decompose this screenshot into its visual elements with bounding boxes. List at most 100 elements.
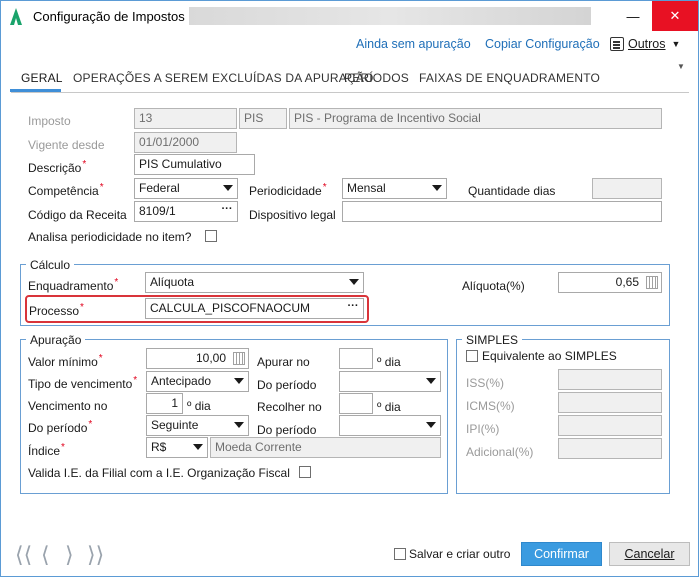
copiar-configuracao-link[interactable]: Copiar Configuração — [485, 37, 600, 51]
periodicidade-select[interactable]: Mensal — [342, 178, 447, 199]
previous-record-icon[interactable]: ⟨ — [41, 542, 50, 568]
list-icon — [610, 37, 624, 51]
imposto-label: Imposto — [28, 114, 71, 128]
indice-desc-field: Moeda Corrente — [210, 437, 441, 458]
title-bar: Configuração de Impostos — ✕ — [1, 1, 698, 32]
vencimento-no-label: Vencimento no — [28, 399, 108, 413]
chevron-down-icon — [349, 279, 359, 285]
ellipsis-icon[interactable]: ··· — [345, 300, 361, 317]
do-periodo-2-select[interactable] — [339, 371, 441, 392]
outros-label: Outros — [628, 37, 666, 51]
recolher-no-label: Recolher no — [257, 400, 322, 414]
chevron-down-icon — [432, 185, 442, 191]
minimize-button[interactable]: — — [615, 1, 651, 31]
tab-operacoes-excluidas[interactable]: OPERAÇÕES A SEREM EXCLUÍDAS DA APURAÇÃO — [73, 71, 374, 85]
minimize-icon: — — [626, 8, 640, 24]
cancelar-button[interactable]: Cancelar — [609, 542, 690, 566]
analisa-periodicidade-checkbox[interactable] — [205, 230, 217, 242]
processo-input[interactable]: CALCULA_PISCOFNAOCUM ··· — [145, 298, 364, 319]
competencia-select[interactable]: Federal — [134, 178, 238, 199]
apuracao-title: Apuração — [26, 333, 86, 347]
enquadramento-select[interactable]: Alíquota — [145, 272, 364, 293]
ellipsis-icon[interactable]: ··· — [219, 203, 235, 220]
ipi-field — [558, 415, 662, 436]
scroll-down-icon[interactable]: ▼ — [677, 62, 685, 71]
app-logo-icon — [10, 8, 22, 25]
next-record-icon[interactable]: ⟩ — [65, 542, 74, 568]
chevron-down-icon — [234, 378, 244, 384]
codigo-receita-label: Código da Receita — [28, 208, 127, 222]
aliquota-input[interactable]: 0,65 — [558, 272, 662, 293]
do-periodo-3-select[interactable] — [339, 415, 441, 436]
confirmar-button[interactable]: Confirmar — [521, 542, 602, 566]
periodicidade-label: Periodicidade* — [249, 182, 327, 198]
simples-title: SIMPLES — [462, 333, 523, 347]
valida-ie-label: Valida I.E. da Filial com a I.E. Organiz… — [28, 466, 290, 480]
do-periodo-1-select[interactable]: Seguinte — [146, 415, 249, 436]
codigo-receita-input[interactable]: 8109/1 ··· — [134, 201, 238, 222]
recolher-no-suffix: º dia — [377, 400, 401, 414]
analisa-periodicidade-label: Analisa periodicidade no item? — [28, 230, 192, 244]
tab-geral[interactable]: GERAL — [21, 71, 63, 85]
calculator-icon[interactable] — [233, 352, 245, 365]
indice-select[interactable]: R$ — [146, 437, 208, 458]
salvar-criar-outro-label: Salvar e criar outro — [409, 547, 511, 561]
indice-label: Índice* — [28, 442, 65, 458]
tipo-vencimento-select[interactable]: Antecipado — [146, 371, 249, 392]
iss-field — [558, 369, 662, 390]
do-periodo-1-label: Do período* — [28, 419, 93, 435]
last-record-icon[interactable]: ⟩⟩ — [87, 542, 104, 568]
calculo-title: Cálculo — [26, 258, 75, 272]
descricao-input[interactable]: PIS Cumulativo — [134, 154, 255, 175]
do-periodo-3-label: Do período — [257, 423, 317, 437]
apurar-no-label: Apurar no — [257, 355, 310, 369]
tipo-vencimento-label: Tipo de vencimento* — [28, 375, 138, 391]
dispositivo-legal-input[interactable] — [342, 201, 662, 222]
chevron-down-icon — [193, 444, 203, 450]
ipi-label: IPI(%) — [466, 422, 500, 436]
apurar-no-suffix: º dia — [377, 355, 401, 369]
do-periodo-2-label: Do período — [257, 378, 317, 392]
chevron-down-icon: ▼ — [671, 39, 681, 49]
equivalente-simples-label: Equivalente ao SIMPLES — [482, 349, 617, 363]
valor-minimo-label: Valor mínimo* — [28, 353, 103, 369]
tab-faixas-enquadramento[interactable]: FAIXAS DE ENQUADRAMENTO — [419, 71, 600, 85]
salvar-criar-outro-checkbox[interactable] — [394, 548, 406, 560]
chevron-down-icon — [426, 378, 436, 384]
processo-label: Processo* — [29, 302, 84, 318]
apurar-no-input[interactable] — [339, 348, 373, 369]
icms-field — [558, 392, 662, 413]
valor-minimo-input[interactable]: 10,00 — [146, 348, 249, 369]
outros-menu-button[interactable]: Outros ▼ — [610, 36, 680, 52]
tax-config-window: Configuração de Impostos — ✕ Ainda sem a… — [0, 0, 699, 577]
tab-divider — [11, 92, 689, 93]
quantidade-dias-label: Quantidade dias — [468, 184, 556, 198]
tab-periodos[interactable]: PERÍODOS — [344, 71, 409, 85]
valida-ie-checkbox[interactable] — [299, 466, 311, 478]
ainda-sem-apuracao-link[interactable]: Ainda sem apuração — [356, 37, 471, 51]
chevron-down-icon — [426, 422, 436, 428]
competencia-label: Competência* — [28, 182, 104, 198]
iss-label: ISS(%) — [466, 376, 505, 390]
adicional-label: Adicional(%) — [466, 445, 534, 459]
recolher-no-input[interactable] — [339, 393, 373, 414]
imposto-nome-field: PIS - Programa de Incentivo Social — [289, 108, 662, 129]
calculator-icon[interactable] — [646, 276, 658, 289]
dispositivo-legal-label: Dispositivo legal — [249, 208, 336, 222]
descricao-label: Descrição* — [28, 159, 87, 175]
equivalente-simples-checkbox[interactable] — [466, 350, 478, 362]
title-redacted-area — [189, 7, 591, 25]
imposto-sigla-field: PIS — [239, 108, 287, 129]
aliquota-label: Alíquota(%) — [462, 279, 525, 293]
first-record-icon[interactable]: ⟨⟨ — [15, 542, 32, 568]
chevron-down-icon — [234, 422, 244, 428]
cancelar-label: Cancelar — [624, 547, 675, 561]
imposto-code-field: 13 — [134, 108, 237, 129]
vigente-desde-field: 01/01/2000 — [134, 132, 237, 153]
chevron-down-icon — [223, 185, 233, 191]
vencimento-no-input[interactable]: 1 — [146, 393, 183, 414]
confirmar-label: Confirmar — [534, 547, 589, 561]
icms-label: ICMS(%) — [466, 399, 515, 413]
window-title: Configuração de Impostos — [33, 9, 185, 24]
close-button[interactable]: ✕ — [652, 1, 698, 31]
